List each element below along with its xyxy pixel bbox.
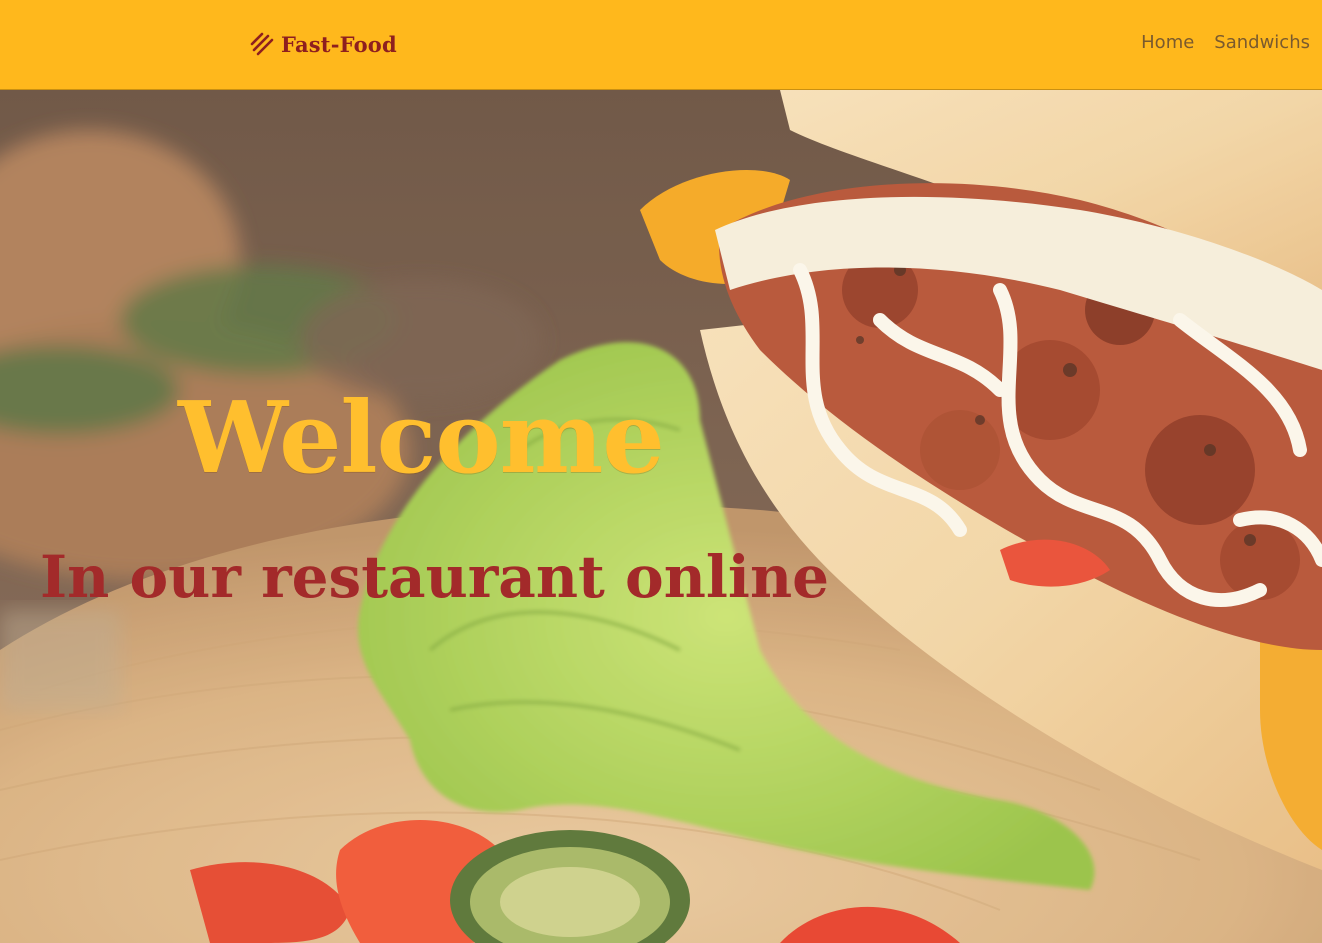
brand-name: Fast-Food	[281, 31, 397, 57]
top-navbar: Fast-Food Home Sandwichs	[0, 0, 1322, 90]
nav-link-home[interactable]: Home	[1141, 32, 1194, 53]
brand-logo-link[interactable]: Fast-Food	[249, 31, 397, 57]
nav-link-sandwichs[interactable]: Sandwichs	[1214, 32, 1310, 53]
hero-subheadline: In our restaurant online	[40, 543, 830, 611]
main-nav: Home Sandwichs	[1141, 32, 1310, 53]
hotdog-stripes-icon	[250, 32, 274, 56]
hero-overlay	[0, 90, 1322, 943]
hero-section: Welcome In our restaurant online	[0, 90, 1322, 943]
hero-headline: Welcome	[178, 381, 665, 496]
